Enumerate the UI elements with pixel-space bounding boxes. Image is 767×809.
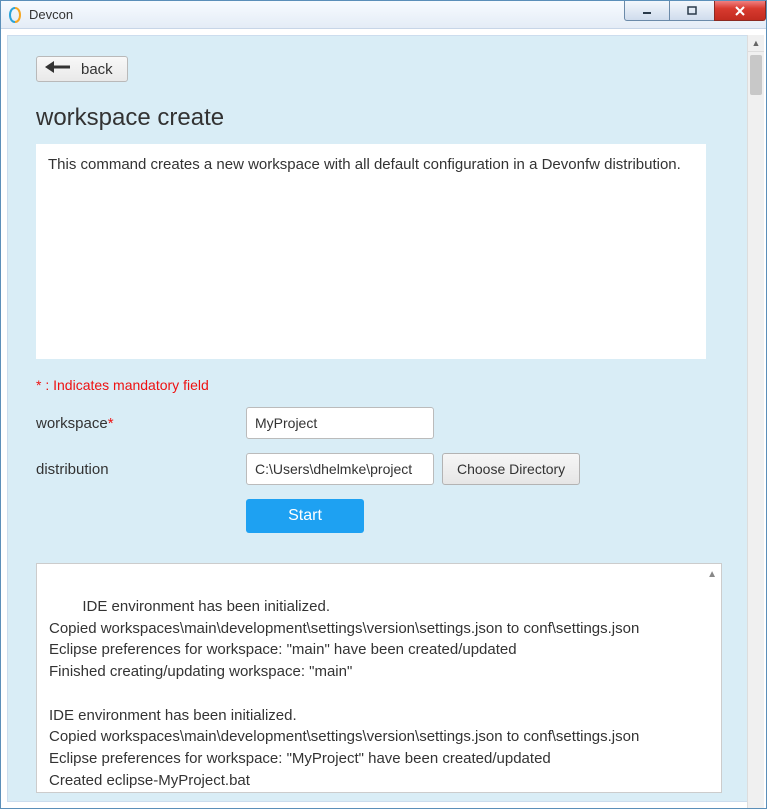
scroll-up-icon[interactable]: ▲ (707, 568, 717, 583)
distribution-row: distribution Choose Directory (36, 453, 731, 485)
close-button[interactable] (714, 1, 766, 21)
maximize-button[interactable] (669, 1, 715, 21)
app-logo-icon (7, 7, 23, 23)
arrow-left-icon (45, 60, 71, 78)
page-title: workspace create (36, 104, 731, 132)
content-frame: back workspace create This command creat… (7, 35, 760, 802)
scrollbar-thumb[interactable] (750, 55, 762, 95)
mandatory-note: * : Indicates mandatory field (36, 377, 731, 393)
distribution-input[interactable] (246, 453, 434, 485)
start-button[interactable]: Start (246, 499, 364, 533)
main-window: Devcon back w (0, 0, 767, 809)
workspace-input[interactable] (246, 407, 434, 439)
minimize-button[interactable] (624, 1, 670, 21)
output-log[interactable]: IDE environment has been initialized. Co… (36, 563, 722, 793)
required-asterisk: * (108, 415, 114, 432)
back-button[interactable]: back (36, 56, 128, 82)
back-label: back (81, 61, 113, 78)
description-box: This command creates a new workspace wit… (36, 144, 706, 359)
output-text: IDE environment has been initialized. Co… (49, 598, 639, 789)
start-row: Start (36, 499, 731, 533)
scroll-up-arrow-icon[interactable]: ▲ (748, 35, 764, 52)
titlebar[interactable]: Devcon (1, 1, 766, 29)
window-controls (625, 1, 766, 21)
vertical-scrollbar[interactable]: ▲ (747, 35, 764, 808)
distribution-label: distribution (36, 461, 246, 478)
workspace-label: workspace* (36, 415, 246, 432)
choose-directory-button[interactable]: Choose Directory (442, 453, 580, 485)
client-area: back workspace create This command creat… (1, 29, 766, 808)
workspace-row: workspace* (36, 407, 731, 439)
window-title: Devcon (29, 7, 73, 22)
